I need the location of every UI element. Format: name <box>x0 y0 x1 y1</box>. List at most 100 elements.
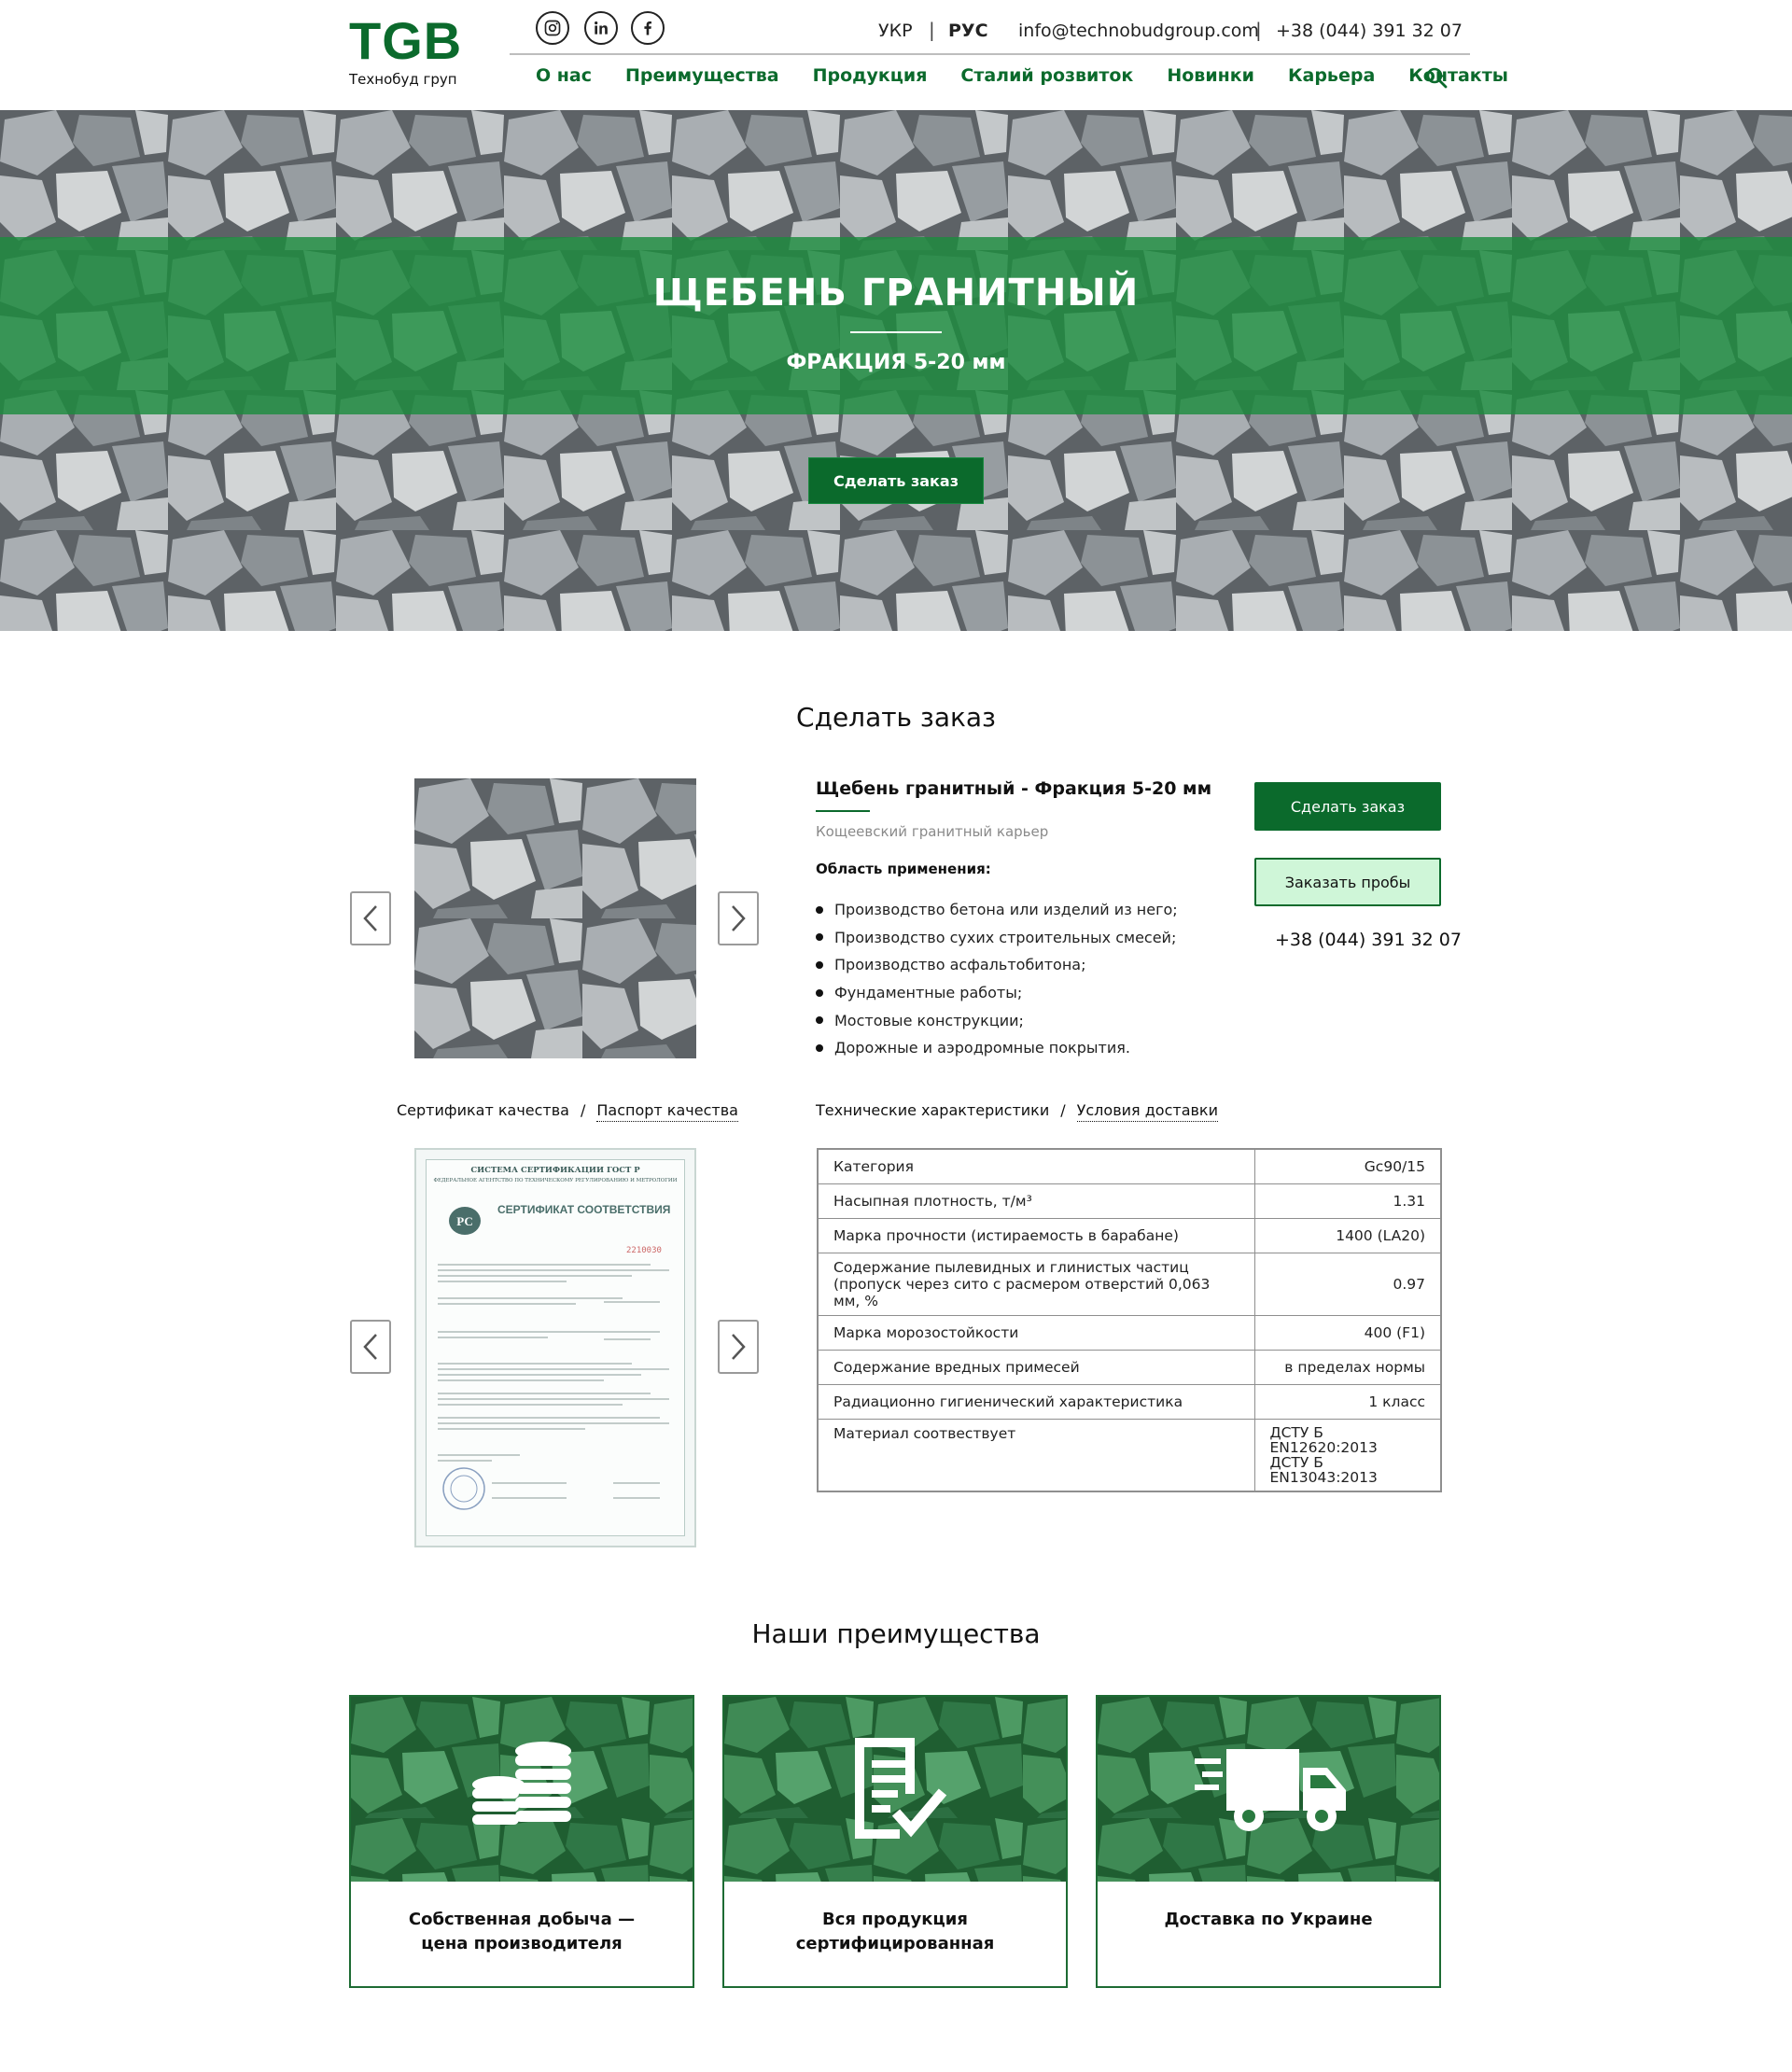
list-item: Производство асфальтобитона; <box>816 951 1178 979</box>
spec-value: 400 (F1) <box>1253 1314 1442 1351</box>
hero-banner: ЩЕБЕНЬ ГРАНИТНЫЙ ФРАКЦИЯ 5-20 мм Сделать… <box>0 110 1792 631</box>
advantage-card: Вся продукция сертифицированная <box>722 1695 1068 1988</box>
table-row: Содержание вредных примесей в пределах н… <box>817 1349 1442 1385</box>
gallery-prev-button[interactable] <box>350 891 391 945</box>
table-row: Материал соотвествует ДСТУ Б EN12620:201… <box>817 1418 1442 1491</box>
tab-quality-certificate[interactable]: Сертификат качества <box>397 1101 569 1122</box>
advantage-card: Собственная добыча — цена производителя <box>349 1695 694 1988</box>
nav-about[interactable]: О нас <box>536 65 592 86</box>
spec-name: Марка морозостойкости <box>817 1314 1255 1351</box>
certificate-prev-button[interactable] <box>350 1320 391 1374</box>
certificate-image[interactable]: СИСТЕМА СЕРТИФИКАЦИИ ГОСТ Р ФЕДЕРАЛЬНОЕ … <box>414 1148 696 1547</box>
spec-name: Насыпная плотность, т/м³ <box>817 1183 1255 1219</box>
main-nav: О нас Преимущества Продукция Сталий розв… <box>536 65 1542 86</box>
chevron-right-icon <box>732 905 746 931</box>
certificate-agency: ФЕДЕРАЛЬНОЕ АГЕНТСТВО ПО ТЕХНИЧЕСКОМУ РЕ… <box>433 1178 678 1183</box>
product-title: Щебень гранитный - Фракция 5-20 мм <box>816 778 1212 799</box>
list-item: Фундаментные работы; <box>816 979 1178 1007</box>
instagram-icon[interactable] <box>536 11 569 45</box>
chevron-left-icon <box>363 1334 377 1360</box>
spec-name: Радиационно гигиенический характеристика <box>817 1383 1255 1420</box>
spec-name: Категория <box>817 1148 1255 1184</box>
list-item: Мостовые конструкции; <box>816 1006 1178 1034</box>
certificate-title: СЕРТИФИКАТ СООТВЕТСТВИЯ <box>497 1203 671 1216</box>
specs-table: Категория Gc90/15 Насыпная плотность, т/… <box>817 1148 1442 1492</box>
card-text: Доставка по Украине <box>1164 1910 1373 1929</box>
card-text: Вся продукция сертифицированная <box>795 1910 995 1953</box>
certificate-body-text <box>438 1264 669 1510</box>
header-divider <box>510 53 1470 55</box>
header-email[interactable]: info@technobudgroup.com <box>1018 21 1259 41</box>
spec-value: ДСТУ Б EN12620:2013 ДСТУ Б EN13043:2013 <box>1253 1418 1442 1491</box>
document-check-icon <box>855 1738 947 1839</box>
logo-subtitle: Технобуд груп <box>349 71 457 88</box>
tab-delivery-terms[interactable]: Условия доставки <box>1076 1101 1218 1122</box>
order-samples-button[interactable]: Заказать пробы <box>1254 858 1441 906</box>
nav-career[interactable]: Карьера <box>1288 65 1375 86</box>
spec-name: Материал соотвествует <box>817 1418 1255 1491</box>
list-item: Дорожные и аэродромные покрытия. <box>816 1034 1178 1062</box>
certificate-header: СИСТЕМА СЕРТИФИКАЦИИ ГОСТ Р <box>470 1166 640 1175</box>
nav-contacts[interactable]: Контакты <box>1408 65 1508 86</box>
spec-value: 1.31 <box>1253 1183 1442 1219</box>
nav-sustainability[interactable]: Сталий розвиток <box>960 65 1133 86</box>
svg-text:РС: РС <box>456 1214 473 1228</box>
hero-divider <box>850 331 942 333</box>
chevron-right-icon <box>732 1334 746 1360</box>
product-photo <box>414 778 696 1058</box>
table-row: Марка прочности (истираемость в барабане… <box>817 1217 1442 1253</box>
tab-technical-specs[interactable]: Технические характеристики <box>816 1101 1049 1122</box>
header-separator: | <box>1255 19 1262 41</box>
gost-logo-icon: РС <box>449 1207 481 1235</box>
order-section-title: Сделать заказ <box>796 702 996 733</box>
card-image <box>351 1697 693 1882</box>
application-label: Область применения: <box>816 861 991 877</box>
table-row: Марка морозостойкости 400 (F1) <box>817 1314 1442 1351</box>
lang-rus[interactable]: РУС <box>948 21 988 41</box>
hero-title: ЩЕБЕНЬ ГРАНИТНЫЙ <box>652 272 1140 315</box>
header-phone[interactable]: +38 (044) 391 32 07 <box>1276 21 1463 41</box>
spec-value: в пределах нормы <box>1253 1349 1442 1385</box>
facebook-icon[interactable] <box>631 11 665 45</box>
tab-separator: / <box>580 1101 586 1119</box>
card-image <box>1098 1697 1439 1882</box>
list-item: Производство бетона или изделий из него; <box>816 896 1178 924</box>
linkedin-icon[interactable] <box>584 11 618 45</box>
tab-separator: / <box>1060 1101 1066 1119</box>
spec-name: Содержание пылевидных и глинистых частиц… <box>817 1252 1255 1316</box>
order-button[interactable]: Сделать заказ <box>1254 782 1441 831</box>
lang-separator: | <box>929 19 935 41</box>
card-image <box>724 1697 1066 1882</box>
spec-value: 0.97 <box>1253 1252 1442 1316</box>
table-row: Насыпная плотность, т/м³ 1.31 <box>817 1183 1442 1219</box>
lang-ukr[interactable]: УКР <box>878 21 913 41</box>
search-icon[interactable] <box>1425 66 1448 89</box>
advantages-title: Наши преимущества <box>751 1618 1041 1649</box>
table-row: Категория Gc90/15 <box>817 1148 1442 1184</box>
product-title-rule <box>816 810 870 812</box>
nav-advantages[interactable]: Преимущества <box>625 65 779 86</box>
gallery-next-button[interactable] <box>718 891 759 945</box>
hero-subtitle: ФРАКЦИЯ 5-20 мм <box>786 351 1006 374</box>
docs-tabs: Сертификат качества / Паспорт качества <box>397 1101 738 1122</box>
product-quarry: Кощеевский гранитный карьер <box>816 823 1049 840</box>
chevron-left-icon <box>363 905 377 931</box>
nav-products[interactable]: Продукция <box>813 65 928 86</box>
tab-quality-passport[interactable]: Паспорт качества <box>596 1101 738 1122</box>
hero-order-button[interactable]: Сделать заказ <box>808 457 984 504</box>
hero-band <box>0 237 1792 414</box>
truck-icon <box>1195 1749 1346 1831</box>
coins-icon <box>472 1742 571 1825</box>
spec-value: 1 класс <box>1253 1383 1442 1420</box>
table-row: Содержание пылевидных и глинистых частиц… <box>817 1252 1442 1316</box>
certificate-next-button[interactable] <box>718 1320 759 1374</box>
card-text: Собственная добыча — цена производителя <box>408 1910 636 1953</box>
nav-news[interactable]: Новинки <box>1167 65 1254 86</box>
advantage-card: Доставка по Украине <box>1096 1695 1441 1988</box>
logo[interactable]: TGB <box>349 13 462 69</box>
contact-phone[interactable]: +38 (044) 391 32 07 <box>1275 930 1462 950</box>
spec-value: 1400 (LA20) <box>1253 1217 1442 1253</box>
table-row: Радиационно гигиенический характеристика… <box>817 1383 1442 1420</box>
specs-tabs: Технические характеристики / Условия дос… <box>816 1101 1218 1122</box>
spec-name: Содержание вредных примесей <box>817 1349 1255 1385</box>
